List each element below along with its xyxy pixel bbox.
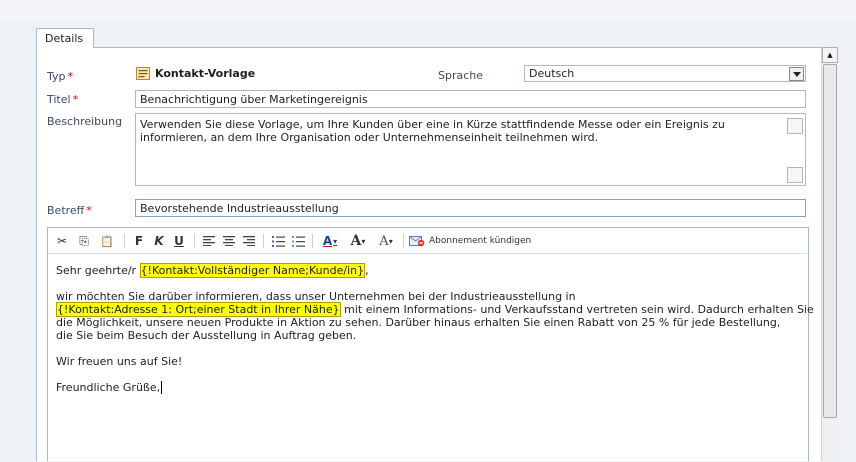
textarea-scroll-top[interactable] (787, 118, 803, 134)
beschreibung-label: Beschreibung (47, 115, 123, 128)
placeholder-full-name[interactable]: {!Kontakt:Vollständiger Name;Kunde/in} (139, 263, 366, 278)
text-cursor (161, 381, 163, 394)
required-marker: * (72, 93, 79, 106)
chevron-down-icon (792, 71, 801, 77)
closing-line: Wir freuen uns auf Sie! (56, 355, 183, 368)
template-icon (136, 67, 150, 80)
typ-value: Kontakt-Vorlage (155, 67, 256, 80)
bold-button[interactable]: F (132, 232, 146, 250)
required-marker: * (86, 204, 92, 217)
textarea-scroll-bottom[interactable] (787, 167, 803, 183)
arrow-up-icon: ▲ (827, 51, 833, 59)
dropdown-button[interactable] (789, 67, 804, 81)
font-face-button[interactable]: A ▾ (375, 232, 397, 250)
toolbar-separator (312, 234, 313, 248)
scroll-thumb[interactable] (823, 64, 837, 418)
vertical-scrollbar[interactable]: ▲ (821, 47, 838, 461)
toolbar-separator (124, 234, 125, 248)
titel-label: Titel * (47, 93, 79, 106)
betreff-input[interactable]: Bevorstehende Industrieausstellung (135, 199, 806, 217)
align-right-icon[interactable] (241, 232, 257, 250)
sprache-label: Sprache (438, 69, 484, 82)
italic-button[interactable]: K (152, 232, 166, 250)
copy-icon[interactable]: ⎘ (76, 232, 92, 250)
salutation-line: Sehr geehrte/r {!Kontakt:Vollständiger N… (56, 263, 369, 278)
chevron-down-icon: ▾ (388, 236, 393, 246)
unsubscribe-label: Abonnement kündigen (429, 236, 532, 246)
bullet-list-icon[interactable] (290, 232, 306, 250)
titel-input[interactable]: Benachrichtigung über Marketingereignis (135, 90, 806, 108)
email-editor[interactable]: ✂ ⎘ 📋 F K U A ▾ A ▾ A ▾ Abonnement kündi… (47, 227, 814, 462)
underline-button[interactable]: U (172, 232, 186, 250)
align-left-icon[interactable] (201, 232, 217, 250)
scroll-up-button[interactable]: ▲ (822, 47, 838, 63)
betreff-label: Betreff * (47, 204, 92, 217)
font-color-letter: A (322, 234, 333, 248)
sprache-value: Deutsch (529, 67, 575, 80)
placeholder-city[interactable]: {!Kontakt:Adresse 1: Ort;einer Stadt in … (56, 302, 341, 317)
body-paragraph-line: die Möglichkeit, unsere neuen Produkte i… (56, 316, 781, 329)
toolbar-separator (263, 234, 264, 248)
chevron-down-icon: ▾ (333, 236, 338, 246)
toolbar-separator (194, 234, 195, 248)
signature-line: Freundliche Grüße, (56, 381, 163, 394)
tab-details[interactable]: Details (36, 28, 94, 48)
typ-label: Typ * (47, 70, 73, 83)
beschreibung-textarea[interactable]: Verwenden Sie diese Vorlage, um Ihre Kun… (135, 113, 806, 186)
align-center-icon[interactable] (221, 232, 237, 250)
font-face-letter: A (379, 233, 389, 249)
beschreibung-text: Verwenden Sie diese Vorlage, um Ihre Kun… (140, 118, 725, 144)
unsubscribe-button[interactable]: Abonnement kündigen (409, 232, 555, 250)
numbered-list-icon[interactable] (270, 232, 286, 250)
required-marker: * (67, 70, 74, 83)
body-paragraph-line: {!Kontakt:Adresse 1: Ort;einer Stadt in … (56, 302, 814, 317)
cut-icon[interactable]: ✂ (54, 232, 70, 250)
font-size-letter: A (350, 233, 362, 249)
chevron-down-icon: ▾ (361, 236, 366, 246)
editor-toolbar: ✂ ⎘ 📋 F K U A ▾ A ▾ A ▾ Abonnement kündi… (48, 228, 808, 254)
email-body[interactable]: Sehr geehrte/r {!Kontakt:Vollständiger N… (48, 254, 814, 462)
unsubscribe-icon (409, 236, 425, 247)
body-paragraph-line: die Sie beim Besuch der Ausstellung in A… (56, 329, 357, 342)
font-size-button[interactable]: A ▾ (345, 232, 371, 250)
toolbar-separator (403, 234, 404, 248)
top-strip (0, 0, 856, 22)
paste-icon[interactable]: 📋 (98, 232, 116, 250)
sprache-select[interactable]: Deutsch (524, 65, 806, 82)
font-color-button[interactable]: A ▾ (319, 232, 341, 250)
